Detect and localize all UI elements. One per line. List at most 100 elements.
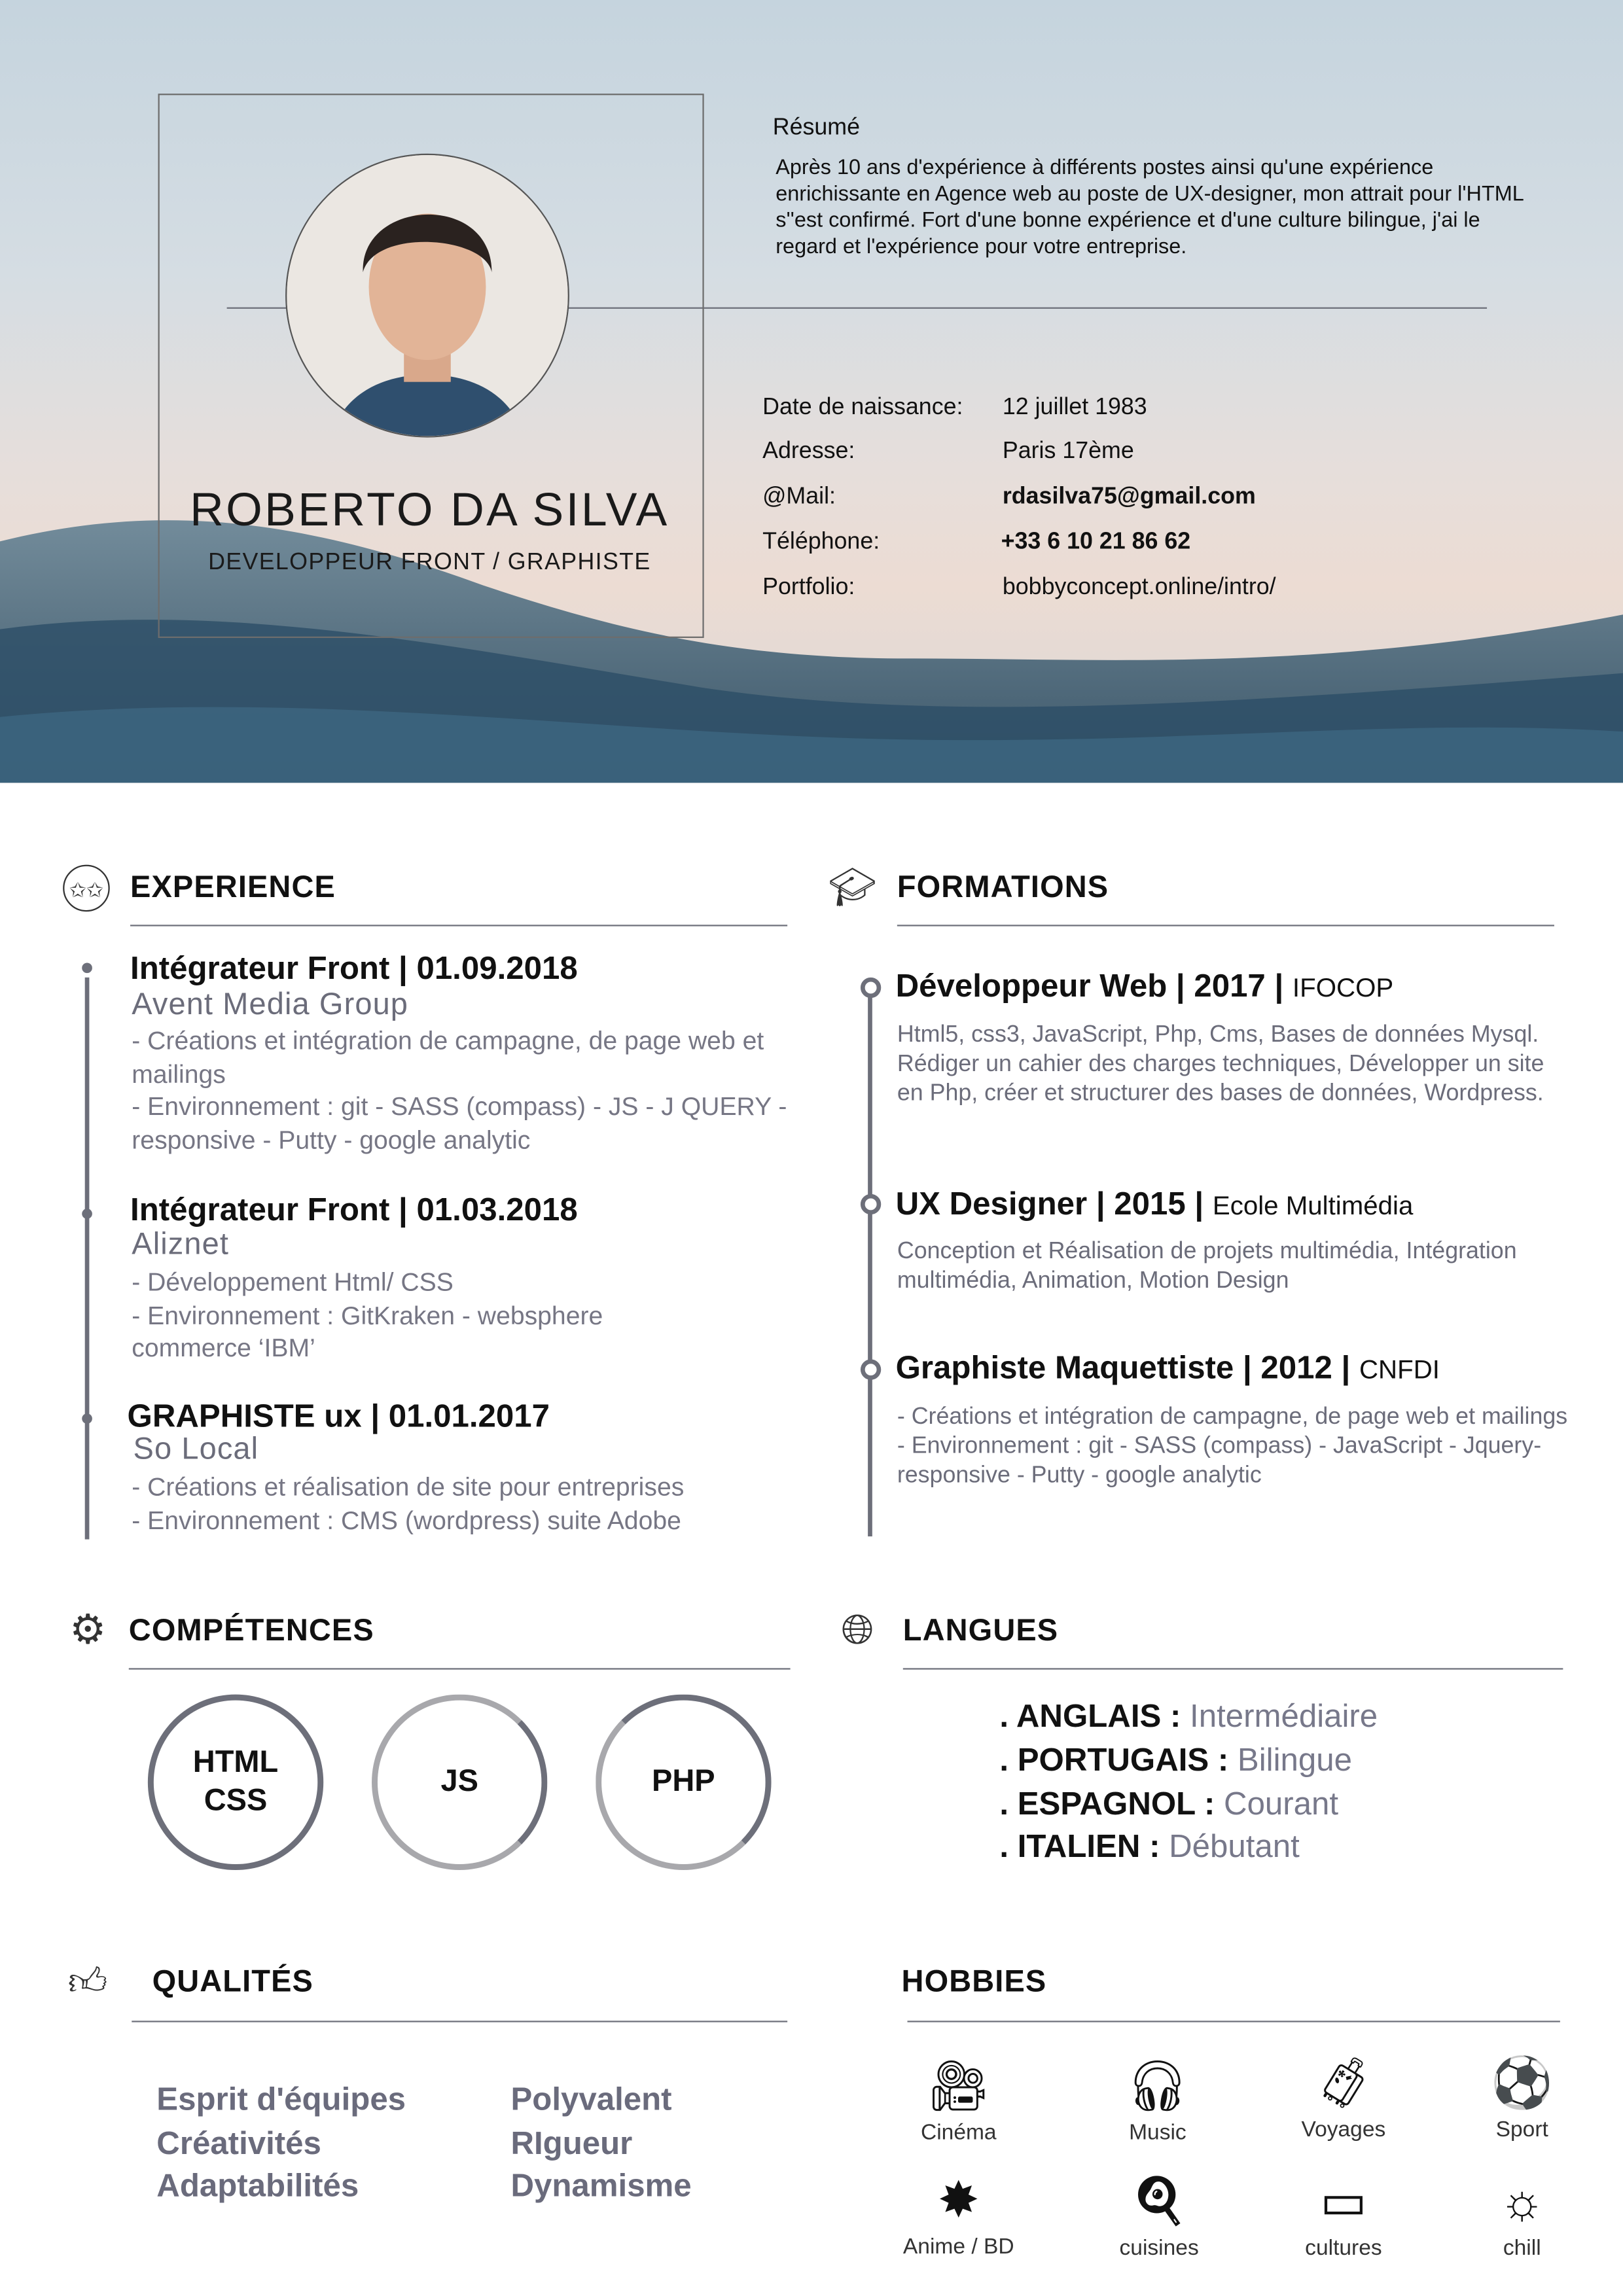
hobby-label: Anime / BD xyxy=(902,2234,1014,2259)
formations-divider xyxy=(897,925,1554,927)
graduation-cap-icon: 🎓︎ xyxy=(828,864,877,909)
formations-timeline xyxy=(868,989,872,1537)
hobby-label: cuisines xyxy=(1119,2236,1199,2261)
thumbs-up-icon: 👍︎ xyxy=(67,1959,108,2004)
quality-item: Polyvalent xyxy=(510,2081,672,2117)
resume-text: Après 10 ans d'expérience à différents p… xyxy=(776,156,1524,259)
language-level: Intermédiaire xyxy=(1190,1697,1378,1735)
info-label: Portfolio: xyxy=(762,574,855,600)
job-title: GRAPHISTE ux | 01.01.2017 xyxy=(127,1397,550,1434)
hobby-chill: ☼ chill xyxy=(1449,2168,1596,2261)
movie-camera-icon: 🎥︎ xyxy=(927,2058,991,2115)
resume-page: ROBERTO DA SILVA DEVELOPPEUR FRONT / GRA… xyxy=(0,0,1623,2296)
easel-icon: ▭ xyxy=(1320,2174,1367,2231)
quality-item: Dynamisme xyxy=(510,2166,692,2204)
job-desc-line: - Développement Html/ CSS xyxy=(132,1267,454,1297)
stars-icon: ✩✩ xyxy=(63,864,110,912)
info-label: Téléphone: xyxy=(762,529,880,555)
formation-degree: UX Designer | 2015 | xyxy=(895,1185,1213,1222)
experience-title: EXPERIENCE xyxy=(130,870,336,905)
language-item: . PORTUGAIS : Bilingue xyxy=(999,1741,1352,1779)
hobby-label: Cinéma xyxy=(920,2120,997,2146)
competences-title: COMPÉTENCES xyxy=(128,1614,374,1648)
language-name: . ESPAGNOL : xyxy=(999,1785,1224,1822)
experience-timeline xyxy=(84,977,90,1540)
quality-item: Adaptabilités xyxy=(156,2166,359,2204)
hobby-label: Music xyxy=(1129,2120,1186,2146)
formation-description: Conception et Réalisation de projets mul… xyxy=(897,1239,1517,1294)
info-label: @Mail: xyxy=(762,484,836,510)
job-desc-line: - Créations et intégration de campagne, … xyxy=(132,1025,764,1088)
email-link[interactable]: rdasilva75@gmail.com xyxy=(1003,484,1256,510)
formations-title: FORMATIONS xyxy=(897,870,1109,905)
candidate-subtitle: DEVELOPPEUR FRONT / GRAPHISTE xyxy=(208,550,651,575)
timeline-ring xyxy=(860,1193,882,1215)
hobbies-title: HOBBIES xyxy=(901,1965,1047,1999)
formation-title: Développeur Web | 2017 | IFOCOP xyxy=(896,967,1394,1005)
quality-item: Créativités xyxy=(156,2125,321,2162)
formation-school: IFOCOP xyxy=(1292,973,1394,1002)
job-description: - Créations et réalisation de site pour … xyxy=(132,1470,805,1536)
formation-degree: Développeur Web | 2017 | xyxy=(895,967,1293,1004)
profile-photo xyxy=(285,153,569,438)
cooking-icon: 🍳︎ xyxy=(1127,2174,1191,2231)
qualites-title: QUALITÉS xyxy=(152,1965,313,1999)
portfolio-link[interactable]: bobbyconcept.online/intro/ xyxy=(1003,575,1276,601)
deck-chair-sun-icon: ☼ xyxy=(1499,2174,1545,2231)
info-label: Date de naissance: xyxy=(762,395,963,420)
hobby-label: chill xyxy=(1503,2236,1541,2261)
formation-description: - Créations et intégration de campagne, … xyxy=(897,1404,1568,1489)
resume-title: Résumé xyxy=(772,115,861,141)
hobby-label: Voyages xyxy=(1301,2117,1386,2142)
timeline-dot xyxy=(82,1413,92,1424)
hobby-anime: ✸ Anime / BD xyxy=(885,2167,1032,2259)
language-item: . ESPAGNOL : Courant xyxy=(999,1785,1338,1823)
language-name: . ITALIEN : xyxy=(999,1828,1169,1865)
info-value: Paris 17ème xyxy=(1002,438,1134,464)
info-value: 12 juillet 1983 xyxy=(1002,395,1147,420)
language-level: Bilingue xyxy=(1237,1741,1352,1778)
langues-title: LANGUES xyxy=(902,1614,1059,1648)
anime-character-icon: ✸ xyxy=(937,2172,980,2229)
quality-item: Esprit d'équipes xyxy=(156,2081,406,2117)
language-level: Débutant xyxy=(1169,1828,1300,1865)
job-desc-line: - Environnement : CMS (wordpress) suite … xyxy=(132,1505,681,1534)
skill-circle-html-css: HTML CSS xyxy=(147,1694,324,1870)
hobby-cultures: ▭ cultures xyxy=(1270,2168,1417,2261)
suitcase-icon: 🧳︎ xyxy=(1311,2056,1376,2111)
info-label: Adresse: xyxy=(762,438,855,464)
language-item: . ANGLAIS : Intermédiaire xyxy=(999,1697,1378,1735)
job-company: So Local xyxy=(133,1432,259,1466)
language-level: Courant xyxy=(1224,1785,1339,1822)
sports-balls-icon: ⚽ xyxy=(1491,2056,1554,2111)
hobby-music: 🎧︎ Music xyxy=(1084,2053,1231,2146)
headphones-icon: 🎧︎ xyxy=(1126,2058,1190,2115)
timeline-ring xyxy=(860,1359,882,1380)
skill-circle-js: JS xyxy=(372,1694,548,1870)
timeline-ring xyxy=(860,977,882,998)
job-company: Avent Media Group xyxy=(132,987,409,1021)
hobby-voyages: 🧳︎ Voyages xyxy=(1270,2050,1417,2142)
hobby-cinema: 🎥︎ Cinéma xyxy=(885,2053,1032,2146)
hobby-label: Sport xyxy=(1495,2117,1548,2142)
hobby-cuisines: 🍳︎ cuisines xyxy=(1086,2168,1232,2261)
language-name: . PORTUGAIS : xyxy=(999,1741,1238,1778)
formation-title: Graphiste Maquettiste | 2012 | CNFDI xyxy=(896,1349,1440,1387)
langues-divider xyxy=(902,1668,1563,1670)
timeline-dot xyxy=(82,1209,92,1219)
timeline-dot xyxy=(82,963,92,974)
job-desc-line: - Créations et réalisation de site pour … xyxy=(132,1472,685,1502)
job-company: Aliznet xyxy=(132,1227,230,1262)
job-title: Intégrateur Front | 01.03.2018 xyxy=(130,1191,578,1228)
skill-circle-php: PHP xyxy=(596,1694,772,1870)
formation-degree: Graphiste Maquettiste | 2012 | xyxy=(895,1349,1359,1386)
gear-network-icon: ⚙ xyxy=(69,1606,107,1652)
qualites-divider xyxy=(132,2021,788,2022)
formation-school: CNFDI xyxy=(1359,1354,1440,1385)
candidate-name: ROBERTO DA SILVA xyxy=(190,482,669,536)
job-desc-line: - Environnement : GitKraken - websphere … xyxy=(132,1299,603,1362)
phone-value: +33 6 10 21 86 62 xyxy=(1001,529,1191,555)
job-title: Intégrateur Front | 01.09.2018 xyxy=(130,949,578,987)
formation-description: Html5, css3, JavaScript, Php, Cms, Bases… xyxy=(897,1023,1544,1106)
quality-item: RIgueur xyxy=(510,2125,633,2162)
